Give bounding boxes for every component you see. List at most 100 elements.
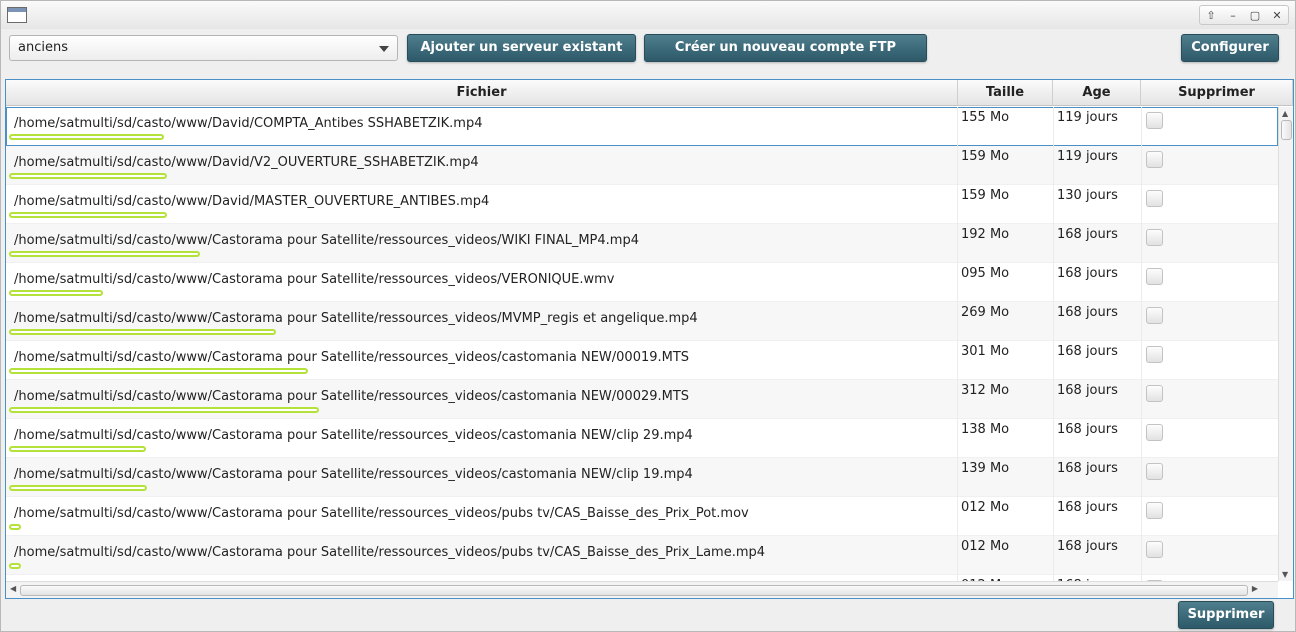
- column-divider: [1053, 419, 1054, 458]
- delete-checkbox[interactable]: [1146, 424, 1163, 441]
- file-size-cell: 138 Mo: [961, 422, 1010, 437]
- file-progress-bar: [9, 446, 146, 452]
- column-divider: [1053, 146, 1054, 185]
- column-divider: [1141, 497, 1142, 536]
- file-size-cell: 155 Mo: [961, 110, 1010, 125]
- create-ftp-account-button[interactable]: Créer un nouveau compte FTP: [644, 34, 927, 62]
- delete-button[interactable]: Supprimer: [1178, 601, 1274, 629]
- column-divider: [1053, 263, 1054, 302]
- title-bar[interactable]: ⇧ – ▢ ✕: [1, 1, 1295, 29]
- delete-checkbox[interactable]: [1146, 268, 1163, 285]
- column-divider: [1141, 146, 1142, 185]
- table-row[interactable]: /home/satmulti/sd/casto/www/Castorama po…: [6, 380, 1278, 419]
- column-divider: [957, 224, 958, 263]
- column-divider: [1141, 185, 1142, 224]
- file-size-cell: 192 Mo: [961, 227, 1010, 242]
- file-age-cell: 168 jours: [1057, 266, 1118, 281]
- table-row[interactable]: /home/satmulti/sd/casto/www/Castorama po…: [6, 458, 1278, 497]
- file-size-cell: 159 Mo: [961, 149, 1010, 164]
- column-divider: [1053, 302, 1054, 341]
- file-progress-bar: [9, 563, 21, 569]
- file-progress-bar: [9, 290, 103, 296]
- maximize-window-icon[interactable]: ▢: [1246, 9, 1264, 22]
- column-header-delete[interactable]: Supprimer: [1141, 80, 1293, 106]
- table-row[interactable]: /home/satmulti/sd/casto/www/David/MASTER…: [6, 185, 1278, 224]
- file-progress-bar: [9, 407, 319, 413]
- file-age-cell: 168 jours: [1057, 344, 1118, 359]
- file-size-cell: 312 Mo: [961, 383, 1010, 398]
- table-row[interactable]: /home/satmulti/sd/casto/www/Castorama po…: [6, 341, 1278, 380]
- table-row[interactable]: /home/satmulti/sd/casto/www/Castorama po…: [6, 536, 1278, 575]
- delete-checkbox[interactable]: [1146, 151, 1163, 168]
- configure-button[interactable]: Configurer: [1181, 34, 1279, 62]
- table-row[interactable]: /home/satmulti/sd/casto/www/Castorama po…: [6, 302, 1278, 341]
- delete-checkbox[interactable]: [1146, 385, 1163, 402]
- app-window-icon: [7, 7, 27, 23]
- file-size-cell: 012 Mo: [961, 539, 1010, 554]
- column-divider: [957, 107, 958, 146]
- close-window-icon[interactable]: ✕: [1268, 9, 1286, 22]
- delete-checkbox[interactable]: [1146, 229, 1163, 246]
- file-size-cell: 012 Mo: [961, 500, 1010, 515]
- column-divider: [1053, 497, 1054, 536]
- column-divider: [1053, 224, 1054, 263]
- scroll-up-icon[interactable]: ▲: [1282, 109, 1288, 118]
- column-divider: [957, 302, 958, 341]
- file-progress-bar: [9, 251, 200, 257]
- column-divider: [957, 536, 958, 575]
- vertical-scrollbar[interactable]: ▲ ▼: [1278, 107, 1293, 581]
- table-row[interactable]: /home/satmulti/sd/casto/www/David/COMPTA…: [6, 107, 1278, 146]
- file-age-cell: 168 jours: [1057, 422, 1118, 437]
- file-age-cell: 130 jours: [1057, 188, 1118, 203]
- file-size-cell: 301 Mo: [961, 344, 1010, 359]
- delete-checkbox[interactable]: [1146, 463, 1163, 480]
- column-divider: [957, 497, 958, 536]
- file-size-cell: 159 Mo: [961, 188, 1010, 203]
- table-row[interactable]: /home/satmulti/sd/casto/www/Castorama po…: [6, 224, 1278, 263]
- file-age-cell: 168 jours: [1057, 539, 1118, 554]
- delete-checkbox[interactable]: [1146, 112, 1163, 129]
- column-divider: [957, 380, 958, 419]
- horizontal-scrollbar[interactable]: ◀ ▶: [6, 581, 1278, 598]
- file-progress-bar: [9, 329, 276, 335]
- add-existing-server-button[interactable]: Ajouter un serveur existant: [407, 34, 636, 62]
- column-divider: [1053, 458, 1054, 497]
- table-row[interactable]: /home/satmulti/sd/casto/www/Castorama po…: [6, 263, 1278, 302]
- delete-checkbox[interactable]: [1146, 502, 1163, 519]
- column-divider: [957, 146, 958, 185]
- scroll-right-icon[interactable]: ▶: [1252, 584, 1258, 593]
- delete-checkbox[interactable]: [1146, 307, 1163, 324]
- column-divider: [1053, 341, 1054, 380]
- column-header-size[interactable]: Taille: [958, 80, 1053, 106]
- table-row[interactable]: /home/satmulti/sd/casto/www/David/V2_OUV…: [6, 146, 1278, 185]
- table-row[interactable]: /home/satmulti/sd/casto/www/Castorama po…: [6, 497, 1278, 536]
- column-divider: [1053, 380, 1054, 419]
- column-divider: [1141, 341, 1142, 380]
- column-divider: [1053, 185, 1054, 224]
- column-divider: [957, 185, 958, 224]
- application-window: ⇧ – ▢ ✕ anciens Ajouter un serveur exist…: [0, 0, 1296, 632]
- table-body: /home/satmulti/sd/casto/www/David/COMPTA…: [6, 107, 1278, 581]
- delete-checkbox[interactable]: [1146, 541, 1163, 558]
- delete-checkbox[interactable]: [1146, 346, 1163, 363]
- column-divider: [1141, 458, 1142, 497]
- table-row[interactable]: /home/satmulti/sd/casto/www/Castorama po…: [6, 419, 1278, 458]
- column-divider: [1053, 536, 1054, 575]
- shade-window-icon[interactable]: ⇧: [1202, 9, 1220, 22]
- file-age-cell: 168 jours: [1057, 227, 1118, 242]
- column-header-age[interactable]: Age: [1053, 80, 1141, 106]
- scroll-down-icon[interactable]: ▼: [1282, 570, 1288, 579]
- minimize-window-icon[interactable]: –: [1224, 9, 1242, 22]
- table-header: Fichier Taille Age Supprimer: [6, 80, 1293, 106]
- server-select[interactable]: anciens: [9, 35, 398, 61]
- horizontal-scroll-thumb[interactable]: [20, 585, 1248, 596]
- column-divider: [1141, 107, 1142, 146]
- file-age-cell: 168 jours: [1057, 383, 1118, 398]
- chevron-down-icon[interactable]: [379, 46, 389, 52]
- column-header-file[interactable]: Fichier: [6, 80, 958, 106]
- file-size-cell: 139 Mo: [961, 461, 1010, 476]
- scroll-left-icon[interactable]: ◀: [10, 584, 16, 593]
- delete-checkbox[interactable]: [1146, 190, 1163, 207]
- file-progress-bar: [9, 173, 167, 179]
- vertical-scroll-thumb[interactable]: [1281, 120, 1292, 140]
